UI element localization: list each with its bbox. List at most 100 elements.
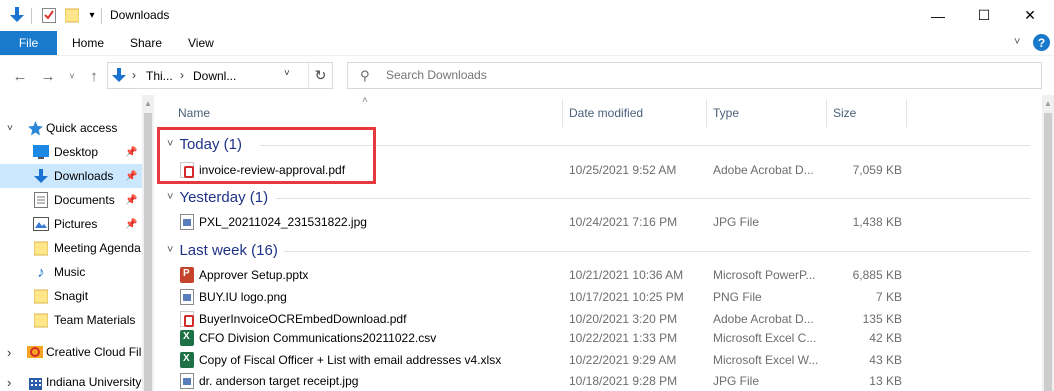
new-folder-icon[interactable] [63, 6, 81, 24]
group-divider [276, 198, 1030, 199]
sidebar-item-desktop[interactable]: Desktop 📌 [0, 140, 142, 164]
sidebar-item-quick-access[interactable]: ˅ Quick access [0, 116, 142, 140]
column-divider[interactable] [706, 99, 707, 127]
sidebar-item-snagit[interactable]: Snagit [0, 284, 142, 308]
group-header-yesterday[interactable]: ˅ Yesterday (1) [167, 186, 268, 208]
file-row[interactable]: BUY.IU logo.png 10/17/2021 10:25 PM PNG … [155, 286, 1042, 308]
sidebar-item-label: Downloads [54, 169, 114, 183]
expand-ribbon-icon[interactable]: ˅ [1014, 36, 1020, 48]
file-type: Microsoft Excel C... [713, 331, 817, 345]
scroll-up-icon[interactable]: ▲ [1044, 99, 1052, 108]
sidebar-item-indiana-university[interactable]: › Indiana University [0, 370, 142, 391]
file-date: 10/22/2021 9:29 AM [569, 353, 677, 367]
file-type: Adobe Acrobat D... [713, 312, 814, 326]
back-button[interactable]: ← [10, 66, 30, 86]
file-name: BUY.IU logo.png [199, 290, 287, 304]
file-row[interactable]: Copy of Fiscal Officer + List with email… [155, 349, 1042, 371]
file-type: JPG File [713, 374, 760, 388]
desktop-icon [33, 144, 49, 160]
file-size: 43 KB [869, 353, 902, 367]
pin-icon[interactable]: 📌 [125, 219, 137, 230]
minimize-button[interactable]: — [915, 0, 961, 31]
tab-file[interactable]: File [0, 31, 57, 55]
close-button[interactable]: ✕ [1007, 0, 1053, 31]
up-button[interactable]: ↑ [84, 66, 104, 86]
file-size: 1,438 KB [852, 215, 902, 229]
customize-toolbar-icon[interactable]: ▾ [83, 6, 101, 24]
expand-chevron-icon[interactable]: › [7, 345, 11, 360]
collapse-chevron-icon[interactable]: ˅ [167, 191, 173, 203]
search-input[interactable] [386, 68, 986, 82]
column-divider[interactable] [826, 99, 827, 127]
sidebar-item-meeting-agenda[interactable]: Meeting Agenda [0, 236, 142, 260]
sidebar-item-label: Indiana University [46, 375, 142, 389]
file-date: 10/21/2021 10:36 AM [569, 268, 684, 282]
creative-cloud-icon [27, 344, 43, 360]
tab-home[interactable]: Home [72, 31, 104, 55]
file-row[interactable]: Approver Setup.pptx 10/21/2021 10:36 AM … [155, 264, 1042, 286]
sidebar-item-team-materials[interactable]: Team Materials [0, 308, 142, 332]
breadcrumb-chevron-icon[interactable]: › [132, 68, 136, 82]
scrollbar-thumb[interactable] [144, 113, 152, 391]
address-dropdown-icon[interactable]: ˅ [284, 68, 290, 79]
sidebar-item-music[interactable]: ♪ Music [0, 260, 142, 284]
column-divider[interactable] [562, 99, 563, 127]
file-name: Copy of Fiscal Officer + List with email… [199, 353, 502, 367]
download-arrow-icon[interactable] [8, 6, 26, 24]
group-divider [284, 251, 1030, 252]
file-row[interactable]: PXL_20211024_231531822.jpg 10/24/2021 7:… [155, 211, 1042, 233]
file-date: 10/17/2021 10:25 PM [569, 290, 684, 304]
search-box[interactable]: ⚲ [347, 62, 1042, 89]
search-icon: ⚲ [360, 68, 370, 83]
pin-icon[interactable]: 📌 [125, 171, 137, 182]
navigation-pane: ˅ Quick access Desktop 📌 Downloads 📌 Doc… [0, 95, 142, 391]
group-header-last-week[interactable]: ˅ Last week (16) [167, 239, 278, 261]
expand-chevron-icon[interactable]: › [7, 375, 11, 390]
collapse-chevron-icon[interactable]: ˅ [167, 244, 173, 256]
scrollbar-thumb[interactable] [1044, 113, 1052, 391]
file-name: CFO Division Communications20211022.csv [199, 331, 437, 345]
file-row[interactable]: CFO Division Communications20211022.csv … [155, 327, 1042, 349]
documents-icon [33, 192, 49, 208]
tab-view[interactable]: View [188, 31, 214, 55]
column-header-name[interactable]: Name [178, 95, 210, 131]
address-bar[interactable]: › Thi... › Downl... ˅ ↻ [107, 62, 333, 89]
folder-icon [33, 312, 49, 328]
file-name: dr. anderson target receipt.jpg [199, 374, 359, 388]
breadcrumb-downloads[interactable]: Downl... [193, 69, 236, 83]
tab-share[interactable]: Share [130, 31, 162, 55]
column-header-type[interactable]: Type [713, 95, 739, 131]
column-header-size[interactable]: Size [833, 95, 856, 131]
maximize-button[interactable]: ☐ [961, 0, 1007, 31]
file-size: 7 KB [875, 290, 902, 304]
building-icon [27, 374, 43, 390]
file-row[interactable]: dr. anderson target receipt.jpg 10/18/20… [155, 370, 1042, 391]
sidebar-item-documents[interactable]: Documents 📌 [0, 188, 142, 212]
expand-chevron-icon[interactable]: ˅ [7, 123, 13, 134]
sidebar-item-label: Team Materials [54, 313, 136, 327]
file-date: 10/20/2021 3:20 PM [569, 312, 678, 326]
sidebar-item-pictures[interactable]: Pictures 📌 [0, 212, 142, 236]
column-header-date-modified[interactable]: Date modified [569, 95, 643, 131]
column-divider[interactable] [906, 99, 907, 127]
pin-icon[interactable]: 📌 [125, 147, 137, 158]
file-size: 7,059 KB [852, 163, 902, 177]
music-icon: ♪ [37, 263, 45, 281]
pin-icon[interactable]: 📌 [125, 195, 137, 206]
navigation-scrollbar[interactable]: ▲ [142, 95, 154, 391]
file-list-scrollbar[interactable]: ▲ [1042, 95, 1054, 391]
refresh-button[interactable]: ↻ [308, 63, 332, 88]
breadcrumb-chevron-icon[interactable]: › [180, 68, 184, 82]
sidebar-item-downloads[interactable]: Downloads 📌 [0, 164, 142, 188]
breadcrumb-this-pc[interactable]: Thi... [146, 69, 173, 83]
sidebar-item-creative-cloud[interactable]: › Creative Cloud Fil [0, 340, 142, 364]
file-type: Adobe Acrobat D... [713, 163, 814, 177]
help-button[interactable]: ? [1033, 34, 1050, 51]
file-date: 10/22/2021 1:33 PM [569, 331, 678, 345]
properties-checkmark-icon[interactable] [40, 6, 58, 24]
forward-button[interactable]: → [38, 66, 58, 86]
window-title: Downloads [110, 8, 170, 22]
recent-locations-button[interactable]: ˅ [62, 66, 82, 86]
scroll-up-icon[interactable]: ▲ [144, 99, 152, 108]
ribbon-tabs: File Home Share View ˅ ? [0, 31, 1054, 55]
